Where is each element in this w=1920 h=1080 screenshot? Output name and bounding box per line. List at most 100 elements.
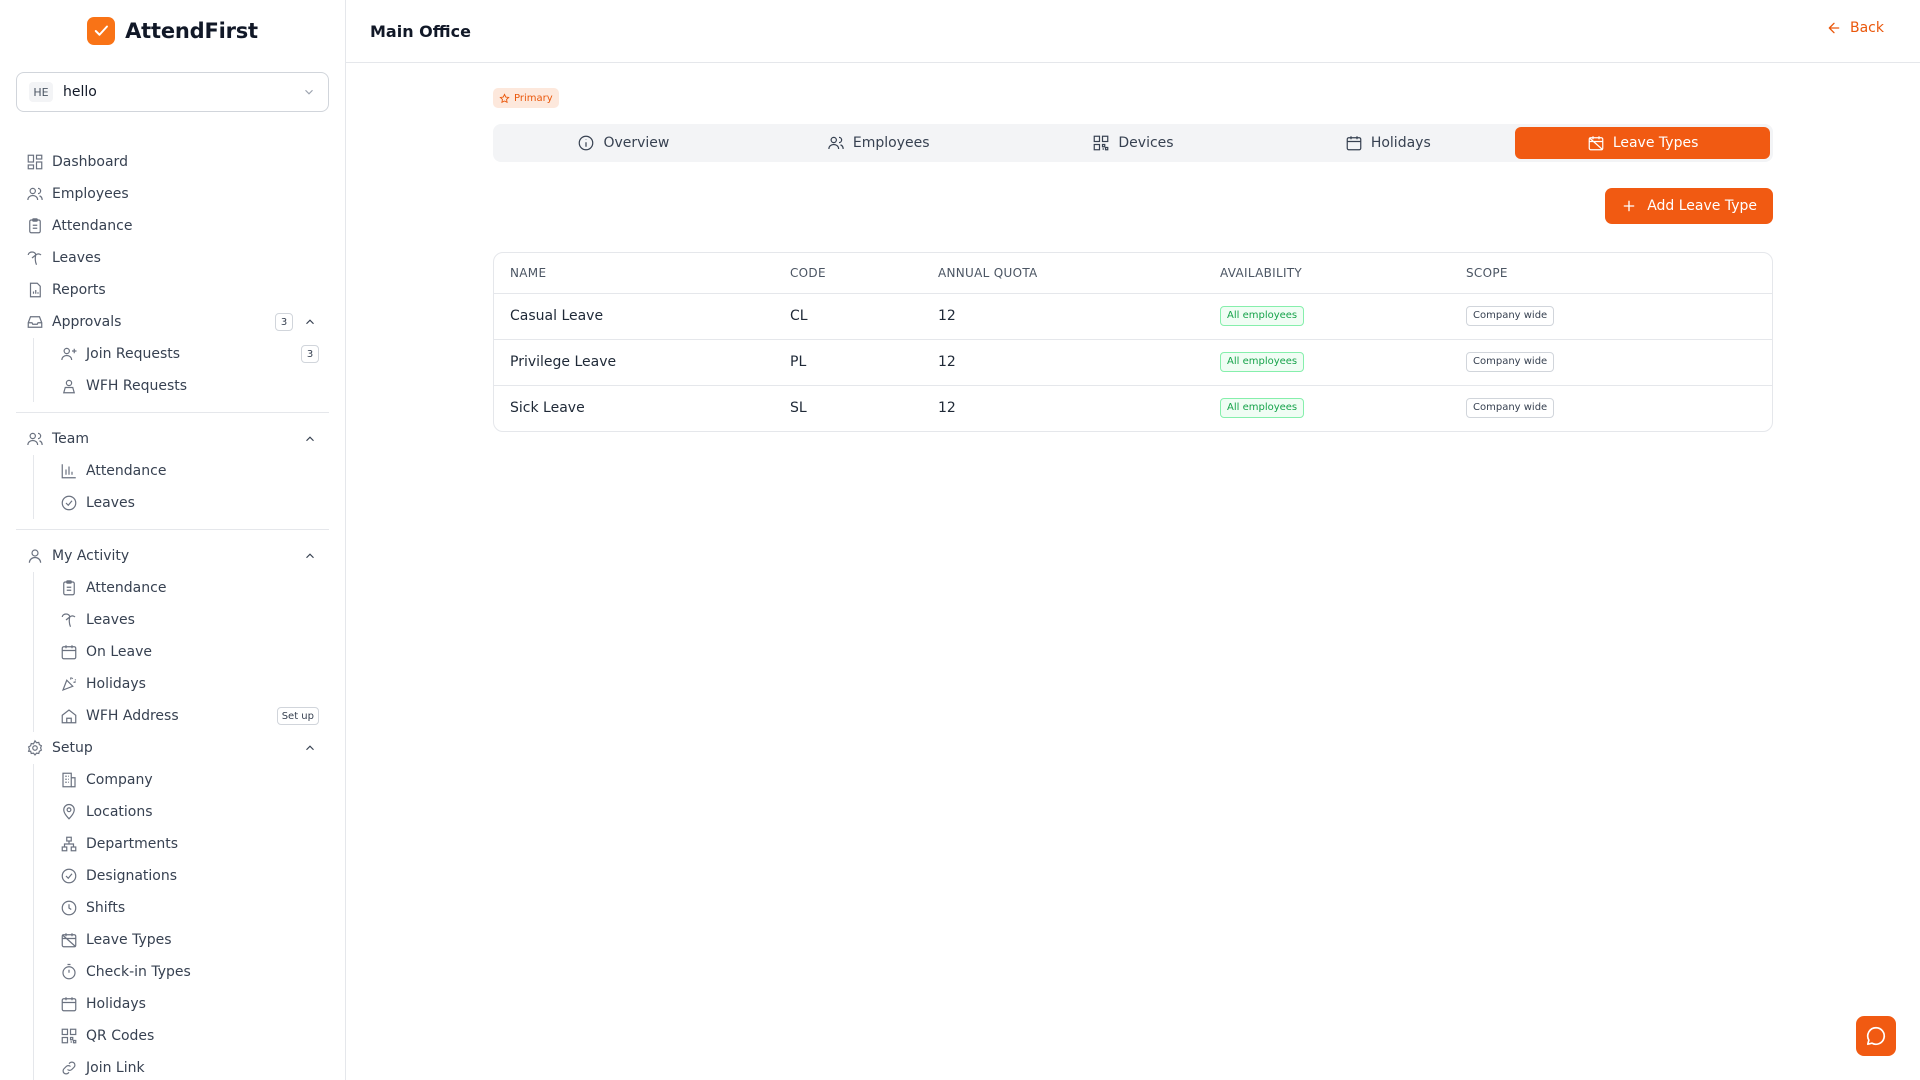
badge-check-icon [60,867,78,885]
chevron-up-icon[interactable] [303,549,317,563]
chevron-up-icon[interactable] [303,432,317,446]
sidebar-item-dashboard[interactable]: Dashboard [16,146,329,178]
back-label: Back [1850,20,1884,36]
info-icon [577,134,595,152]
sidebar-item-wfh-address[interactable]: WFH Address Set up [54,700,329,732]
sidebar-item-label: My Activity [52,548,130,564]
sidebar-item-on-leave[interactable]: On Leave [54,636,329,668]
tab-label: Leave Types [1612,135,1699,151]
sidebar-item-my-attendance[interactable]: Attendance [54,572,329,604]
tab-devices[interactable]: Devices [1006,127,1261,159]
cell-code: CL [774,293,922,340]
cell-scope: Company wide [1450,339,1772,386]
cell-availability: All employees [1204,293,1450,340]
hierarchy-icon [60,835,78,853]
sidebar-item-designations[interactable]: Designations [54,860,329,892]
sidebar-item-label: Leave Types [86,932,172,948]
bar-chart-icon [60,462,78,480]
sidebar-item-locations[interactable]: Locations [54,796,329,828]
sidebar-item-leaves[interactable]: Leaves [16,242,329,274]
sidebar-item-attendance[interactable]: Attendance [16,210,329,242]
tab-label: Overview [603,135,670,151]
sidebar-item-label: Attendance [86,463,167,479]
sidebar-item-team[interactable]: Team [16,423,329,455]
table-row[interactable]: Sick Leave SL 12 All employees Company w… [494,385,1772,431]
approvals-count-badge: 3 [275,313,293,331]
sidebar-item-company[interactable]: Company [54,764,329,796]
sidebar-item-departments[interactable]: Departments [54,828,329,860]
join-requests-count-badge: 3 [301,345,319,363]
location-tabs: Overview Employees Devices Holidays Leav… [493,124,1773,162]
brand[interactable]: AttendFirst [0,0,345,62]
my-activity-submenu: Attendance Leaves On Leave Holidays WFH … [33,572,329,732]
qr-code-icon [1092,134,1110,152]
sidebar-item-qr-codes[interactable]: QR Codes [54,1020,329,1052]
column-header-availability: AVAILABILITY [1204,253,1450,294]
chevron-up-icon[interactable] [303,741,317,755]
chat-button[interactable] [1856,1016,1896,1056]
divider [16,412,329,413]
gear-icon [26,739,44,757]
sidebar-nav: Dashboard Employees Attendance Leaves Re… [16,146,329,1080]
tab-leave-types[interactable]: Leave Types [1515,127,1770,159]
sidebar: AttendFirst HE hello Dashboard Employees… [0,0,346,1080]
divider [16,529,329,530]
setup-badge[interactable]: Set up [276,707,319,725]
sidebar-item-leave-types[interactable]: Leave Types [54,924,329,956]
scope-badge: Company wide [1466,398,1555,419]
table-row[interactable]: Casual Leave CL 12 All employees Company… [494,293,1772,340]
users-icon [827,134,845,152]
calendar-icon [60,643,78,661]
clipboard-icon [26,217,44,235]
sidebar-item-approvals[interactable]: Approvals 3 [16,306,329,338]
dashboard-icon [26,153,44,171]
sidebar-item-label: WFH Requests [86,378,188,394]
sidebar-item-label: Departments [86,836,179,852]
cell-name: Sick Leave [510,400,585,417]
table-row[interactable]: Privilege Leave PL 12 All employees Comp… [494,339,1772,386]
calendar-off-icon [60,931,78,949]
sidebar-item-reports[interactable]: Reports [16,274,329,306]
sidebar-item-join-link[interactable]: Join Link [54,1052,329,1080]
cell-availability: All employees [1204,339,1450,386]
building-icon [60,771,78,789]
page-title: Main Office [370,21,471,41]
home-icon [60,707,78,725]
sidebar-item-employees[interactable]: Employees [16,178,329,210]
tab-employees[interactable]: Employees [751,127,1006,159]
organization-select[interactable]: HE hello [16,72,329,112]
add-leave-type-label: Add Leave Type [1647,198,1757,214]
sidebar-item-label: Approvals [52,314,122,330]
tab-overview[interactable]: Overview [496,127,751,159]
sidebar-item-join-requests[interactable]: Join Requests 3 [54,338,329,370]
sidebar-item-my-leaves[interactable]: Leaves [54,604,329,636]
main-content: Primary Overview Employees Devices Holid… [493,88,1773,432]
palm-tree-icon [60,611,78,629]
sidebar-item-team-leaves[interactable]: Leaves [54,487,329,519]
arrow-left-icon [1826,20,1842,36]
sidebar-item-setup-holidays[interactable]: Holidays [54,988,329,1020]
sidebar-item-my-activity[interactable]: My Activity [16,540,329,572]
leave-types-table: NAME CODE ANNUAL QUOTA AVAILABILITY SCOP… [493,252,1773,432]
sidebar-item-label: Leaves [86,495,135,511]
sidebar-item-team-attendance[interactable]: Attendance [54,455,329,487]
sidebar-item-label: Dashboard [52,154,128,170]
sidebar-item-wfh-requests[interactable]: WFH Requests [54,370,329,402]
page-header: Main Office Back [346,0,1920,63]
chevron-up-icon[interactable] [303,315,317,329]
add-leave-type-button[interactable]: Add Leave Type [1605,188,1773,224]
sidebar-item-label: Attendance [52,218,133,234]
sidebar-item-setup[interactable]: Setup [16,732,329,764]
cell-quota: 12 [938,400,956,417]
back-button[interactable]: Back [1826,20,1884,36]
tab-holidays[interactable]: Holidays [1260,127,1515,159]
sidebar-item-my-holidays[interactable]: Holidays [54,668,329,700]
sidebar-item-label: Join Link [86,1060,145,1076]
sidebar-item-label: Employees [52,186,129,202]
primary-badge-label: Primary [514,92,553,104]
sidebar-item-shifts[interactable]: Shifts [54,892,329,924]
sidebar-item-label: Setup [52,740,93,756]
stopwatch-icon [60,963,78,981]
scope-badge: Company wide [1466,306,1555,326]
sidebar-item-checkin-types[interactable]: Check-in Types [54,956,329,988]
